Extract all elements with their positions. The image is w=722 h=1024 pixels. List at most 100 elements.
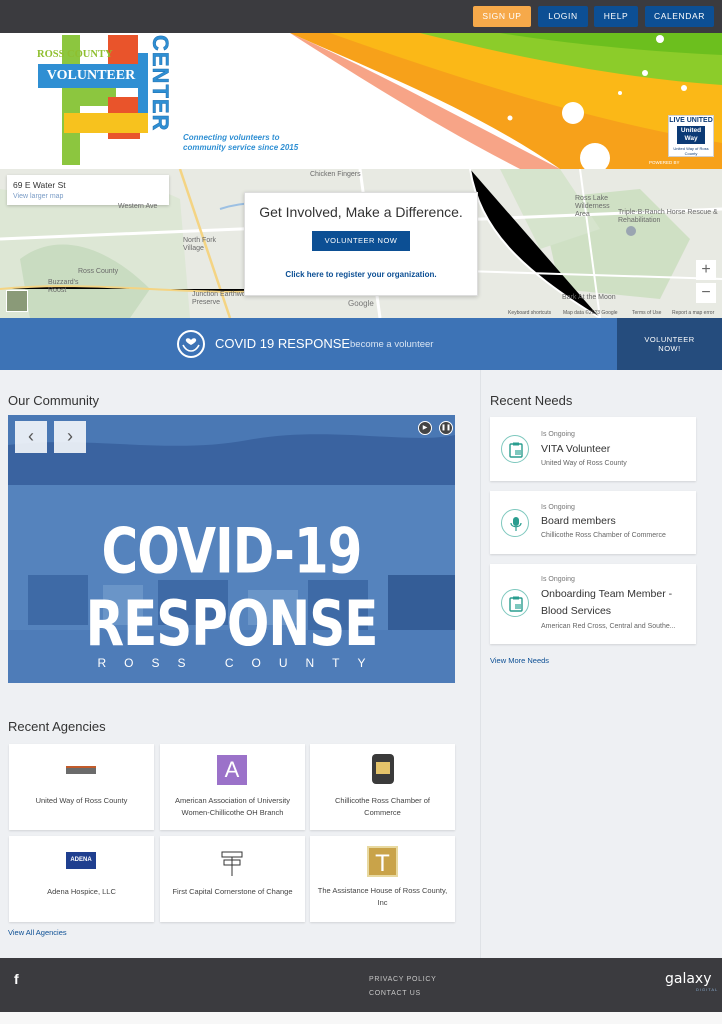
header-banner: ROSS COUNTY VOLUNTEER CENTER Connecting … bbox=[0, 33, 722, 169]
agency-logo: A bbox=[217, 755, 247, 785]
microphone-icon bbox=[501, 509, 529, 537]
map-label: Triple-B-Ranch Horse Rescue & Rehabilita… bbox=[618, 209, 718, 224]
top-nav: SIGN UP LOGIN HELP CALENDAR bbox=[0, 0, 722, 33]
logo-center-text: CENTER bbox=[148, 35, 174, 132]
covid-volunteer-now-button[interactable]: VOLUNTEER NOW! bbox=[617, 318, 722, 370]
heart-hands-icon bbox=[177, 330, 205, 358]
agency-card[interactable]: A American Association of University Wom… bbox=[160, 744, 305, 830]
need-status: Is Ongoing bbox=[541, 431, 575, 438]
facebook-icon[interactable]: f bbox=[14, 971, 19, 987]
covid-response-bar[interactable]: COVID 19 RESPONSE become a volunteer bbox=[0, 318, 617, 370]
signup-button[interactable]: SIGN UP bbox=[473, 6, 531, 27]
powered-by-text: POWERED BY bbox=[649, 160, 680, 165]
need-status: Is Ongoing bbox=[541, 576, 575, 583]
agency-logo: T bbox=[367, 846, 398, 877]
help-button[interactable]: HELP bbox=[594, 6, 638, 27]
map-zoom-in-button[interactable]: + bbox=[696, 260, 716, 280]
agency-card[interactable]: First Capital Cornerstone of Change bbox=[160, 836, 305, 922]
map-label: North Fork Village bbox=[183, 237, 217, 252]
need-organization: United Way of Ross County bbox=[541, 460, 627, 467]
map-address: 69 E Water St bbox=[13, 180, 66, 190]
live-united-badge[interactable]: LIVE UNITED United Way United Way of Ros… bbox=[668, 115, 714, 157]
map-footer-link[interactable]: Report a map error bbox=[672, 310, 714, 316]
slide-next-button[interactable]: › bbox=[54, 421, 86, 453]
view-larger-map-link[interactable]: View larger map bbox=[13, 193, 163, 200]
map-address-card: 69 E Water St View larger map bbox=[7, 175, 169, 205]
slide-title: COVID-19 RESPONSE bbox=[85, 515, 379, 660]
agency-name: Chillicothe Ross Chamber of Commerce bbox=[334, 796, 431, 817]
tagline-line-1: Connecting volunteers to bbox=[183, 133, 280, 142]
map-label: Chicken Fingers bbox=[310, 171, 361, 178]
map-footer-link: Map data ©2023 Google bbox=[563, 310, 618, 316]
map-label: Western Ave bbox=[118, 203, 158, 210]
map-label: Bark At the Moon bbox=[562, 294, 616, 301]
agency-name: American Association of University Women… bbox=[174, 796, 291, 817]
clipboard-icon bbox=[501, 435, 529, 463]
map-label: Ross Lake Wilderness Area bbox=[575, 195, 610, 218]
united-way-subtext: United Way of Ross County bbox=[673, 146, 709, 156]
register-organization-link[interactable]: Click here to register your organization… bbox=[245, 270, 477, 279]
need-title: Onboarding Team Member - Blood Services bbox=[541, 588, 673, 617]
need-organization: American Red Cross, Central and Southe..… bbox=[541, 623, 676, 630]
slide-pause-button[interactable]: ❚❚ bbox=[439, 421, 453, 435]
cta-title: Get Involved, Make a Difference. bbox=[259, 204, 463, 220]
logo-county-text: ROSS COUNTY bbox=[37, 49, 113, 60]
covid-button-line-2: NOW! bbox=[658, 344, 681, 353]
cta-card: Get Involved, Make a Difference. VOLUNTE… bbox=[244, 192, 478, 296]
slide-prev-button[interactable]: ‹ bbox=[15, 421, 47, 453]
united-way-logo: United Way bbox=[677, 126, 705, 144]
tagline: Connecting volunteers to community servi… bbox=[183, 133, 298, 153]
map-satellite-toggle[interactable] bbox=[6, 290, 28, 312]
recent-needs-heading: Recent Needs bbox=[490, 393, 573, 408]
bottom-strip bbox=[0, 1012, 722, 1024]
privacy-policy-link[interactable]: PRIVACY POLICY bbox=[369, 976, 437, 983]
agency-logo bbox=[218, 848, 246, 876]
agency-card[interactable]: T The Assistance House of Ross County, I… bbox=[310, 836, 455, 922]
view-all-agencies-link[interactable]: View All Agencies bbox=[8, 928, 67, 937]
volunteer-now-button[interactable]: VOLUNTEER NOW bbox=[312, 231, 410, 251]
agency-card[interactable]: United Way of Ross County bbox=[9, 744, 154, 830]
slide-play-button[interactable]: ▶ bbox=[418, 421, 432, 435]
need-status: Is Ongoing bbox=[541, 504, 575, 511]
agency-name: First Capital Cornerstone of Change bbox=[172, 887, 293, 896]
login-button[interactable]: LOGIN bbox=[538, 6, 588, 27]
footer: f PRIVACY POLICY CONTACT US galaxy DIGIT… bbox=[0, 958, 722, 1012]
column-divider bbox=[480, 370, 481, 958]
agency-card[interactable]: Chillicothe Ross Chamber of Commerce bbox=[310, 744, 455, 830]
slide-subtitle: ROSS COUNTY bbox=[97, 656, 384, 670]
contact-us-link[interactable]: CONTACT US bbox=[369, 990, 421, 997]
need-card[interactable]: Is Ongoing VITA Volunteer United Way of … bbox=[490, 417, 696, 481]
need-title: Board members bbox=[541, 515, 616, 527]
clipboard-icon bbox=[501, 589, 529, 617]
map-footer-link[interactable]: Terms of Use bbox=[632, 310, 661, 316]
covid-button-line-1: VOLUNTEER bbox=[644, 335, 695, 344]
map-label: Ross County bbox=[78, 268, 119, 275]
need-title: VITA Volunteer bbox=[541, 443, 611, 455]
live-united-text: LIVE UNITED bbox=[669, 117, 713, 124]
google-logo: Google bbox=[348, 299, 374, 308]
covid-subtitle: become a volunteer bbox=[350, 339, 434, 350]
recent-agencies-heading: Recent Agencies bbox=[8, 719, 106, 734]
our-community-heading: Our Community bbox=[8, 393, 100, 408]
agency-name: United Way of Ross County bbox=[35, 796, 128, 805]
view-more-needs-link[interactable]: View More Needs bbox=[490, 656, 549, 665]
galaxy-logo[interactable]: galaxy bbox=[665, 971, 712, 987]
calendar-button[interactable]: CALENDAR bbox=[645, 6, 714, 27]
map-label: Buzzard's Roost bbox=[48, 279, 79, 294]
agency-logo bbox=[66, 766, 96, 774]
need-card[interactable]: Is Ongoing Onboarding Team Member - Bloo… bbox=[490, 564, 696, 644]
agency-name: Adena Hospice, LLC bbox=[47, 887, 116, 896]
agency-logo bbox=[372, 754, 394, 784]
map-zoom-out-button[interactable]: − bbox=[696, 283, 716, 303]
logo-volunteer-text: VOLUNTEER bbox=[38, 64, 144, 88]
covid-title: COVID 19 RESPONSE bbox=[215, 336, 351, 351]
map-footer-link[interactable]: Keyboard shortcuts bbox=[508, 310, 551, 316]
galaxy-logo-subtext: DIGITAL bbox=[696, 987, 719, 992]
agency-name: The Assistance House of Ross County, Inc bbox=[317, 886, 448, 907]
agency-logo: ADENA bbox=[66, 852, 96, 869]
need-card[interactable]: Is Ongoing Board members Chillicothe Ros… bbox=[490, 491, 696, 554]
tagline-line-2: community service since 2015 bbox=[183, 143, 299, 152]
community-slideshow[interactable]: ‹ › ▶ ❚❚ COVID-19 RESPONSE ROSS COUNTY bbox=[8, 415, 455, 683]
need-organization: Chillicothe Ross Chamber of Commerce bbox=[541, 532, 666, 539]
agency-card[interactable]: ADENA Adena Hospice, LLC bbox=[9, 836, 154, 922]
